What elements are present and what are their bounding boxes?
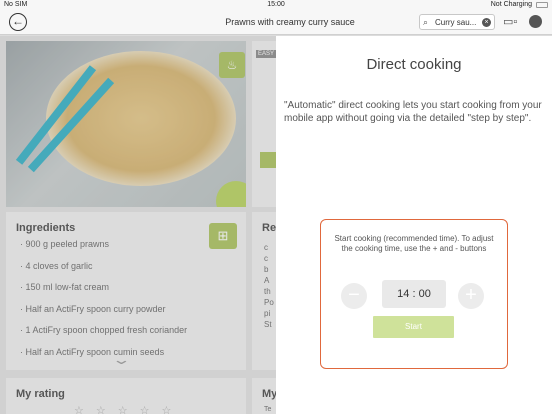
- cooking-time-display: 14 : 00: [382, 280, 446, 308]
- navigation-bar: ← Prawns with creamy curry sauce ⌕ Curry…: [0, 10, 552, 35]
- cart-icon[interactable]: [529, 15, 542, 28]
- status-bar: No SIM 15:00 Not Charging: [0, 0, 552, 10]
- battery-status: Not Charging: [490, 1, 532, 8]
- start-button[interactable]: Start: [373, 316, 454, 338]
- clear-search-icon[interactable]: ×: [482, 18, 491, 27]
- increase-time-button[interactable]: +: [458, 283, 484, 309]
- panel-description: "Automatic" direct cooking lets you star…: [284, 100, 542, 124]
- minus-icon: −: [348, 284, 360, 306]
- search-icon: ⌕: [423, 17, 429, 27]
- back-button[interactable]: ←: [9, 13, 27, 31]
- search-field[interactable]: ⌕ Curry sau... ×: [419, 14, 495, 30]
- page-title: Prawns with creamy curry sauce: [225, 17, 355, 27]
- dim-overlay[interactable]: [0, 36, 276, 414]
- clock: 15:00: [267, 1, 285, 8]
- plus-icon: +: [465, 284, 477, 306]
- device-icon[interactable]: ▭▫: [503, 15, 517, 28]
- search-input-value[interactable]: Curry sau...: [435, 18, 476, 27]
- back-arrow-icon: ←: [12, 14, 24, 28]
- panel-title: Direct cooking: [366, 56, 462, 73]
- direct-cooking-box: Start cooking (recommended time). To adj…: [320, 219, 508, 369]
- battery-icon: [536, 2, 548, 8]
- decrease-time-button[interactable]: −: [341, 283, 367, 309]
- cooking-instructions: Start cooking (recommended time). To adj…: [334, 234, 494, 253]
